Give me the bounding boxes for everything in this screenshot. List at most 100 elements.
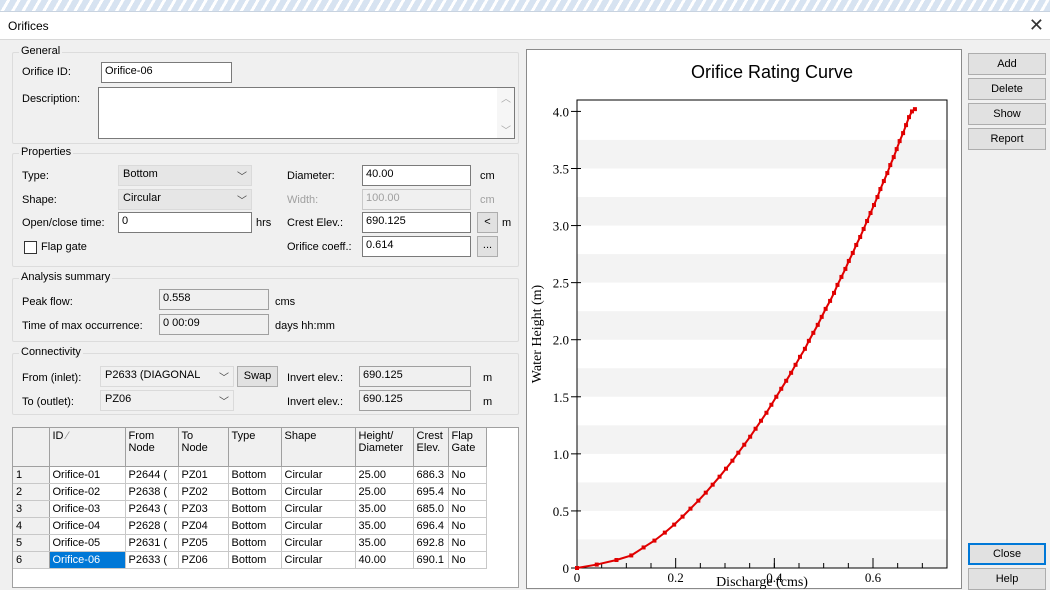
table-cell[interactable]: Bottom bbox=[228, 551, 282, 569]
table-cell[interactable]: Circular bbox=[281, 500, 356, 518]
column-header[interactable]: Shape bbox=[281, 428, 356, 467]
column-header[interactable]: ID ⁄ bbox=[49, 428, 126, 467]
table-cell[interactable]: Circular bbox=[281, 534, 356, 552]
column-header[interactable]: To Node bbox=[178, 428, 229, 467]
orifice-id-label: Orifice ID: bbox=[22, 66, 71, 78]
add-button[interactable]: Add bbox=[968, 53, 1046, 75]
type-select[interactable]: Bottom ﹀ bbox=[118, 165, 252, 186]
orifice-id-input[interactable]: Orifice-06 bbox=[101, 62, 232, 83]
table-cell[interactable]: Circular bbox=[281, 483, 356, 501]
table-cell[interactable]: Circular bbox=[281, 517, 356, 535]
table-cell[interactable]: 685.0 bbox=[413, 500, 449, 518]
table-cell[interactable]: Orifice-01 bbox=[49, 466, 126, 484]
table-cell[interactable]: Circular bbox=[281, 466, 356, 484]
column-header[interactable]: From Node bbox=[125, 428, 179, 467]
orifice-coeff-browse-button[interactable]: ... bbox=[477, 236, 498, 257]
orifice-coeff-input[interactable]: 0.614 bbox=[362, 236, 471, 257]
crest-elev-input[interactable]: 690.125 bbox=[362, 212, 471, 233]
column-header[interactable] bbox=[13, 428, 50, 467]
table-cell[interactable]: PZ06 bbox=[178, 551, 229, 569]
table-row[interactable]: 2 Orifice-02 P2638 (PZ02 Bottom Circular 25.0… bbox=[13, 483, 487, 501]
table-cell[interactable]: 686.3 bbox=[413, 466, 449, 484]
table-row[interactable]: 1 Orifice-01 P2644 (PZ01 Bottom Circular 25.0… bbox=[13, 466, 487, 484]
table-cell[interactable]: Bottom bbox=[228, 483, 282, 501]
y-tick-label: 0.5 bbox=[553, 504, 569, 519]
table-cell[interactable]: 35.00 bbox=[355, 517, 414, 535]
table-cell[interactable]: P2631 ( bbox=[125, 534, 179, 552]
table-cell[interactable]: No bbox=[448, 483, 487, 501]
to-outlet-select[interactable]: PZ06 ﹀ bbox=[100, 390, 234, 411]
open-close-input[interactable]: 0 bbox=[118, 212, 252, 233]
table-cell[interactable]: P2643 ( bbox=[125, 500, 179, 518]
description-textarea[interactable] bbox=[98, 87, 515, 139]
table-cell[interactable]: PZ01 bbox=[178, 466, 229, 484]
table-cell[interactable]: 40.00 bbox=[355, 551, 414, 569]
table-cell[interactable]: 25.00 bbox=[355, 466, 414, 484]
row-number-cell[interactable]: 4 bbox=[13, 517, 50, 535]
table-cell[interactable]: No bbox=[448, 534, 487, 552]
rating-curve-point bbox=[806, 338, 811, 343]
shape-select[interactable]: Circular ﹀ bbox=[118, 189, 252, 210]
crest-elev-set-button[interactable]: < bbox=[477, 212, 498, 233]
row-number-cell[interactable]: 3 bbox=[13, 500, 50, 518]
table-row[interactable]: 3 Orifice-03 P2643 (PZ03 Bottom Circular 35.0… bbox=[13, 500, 487, 518]
table-cell[interactable]: Bottom bbox=[228, 534, 282, 552]
column-header[interactable]: Height/ Diameter bbox=[355, 428, 414, 467]
table-cell[interactable]: No bbox=[448, 517, 487, 535]
column-header[interactable]: Flap Gate bbox=[448, 428, 487, 467]
table-cell[interactable]: 35.00 bbox=[355, 500, 414, 518]
table-cell[interactable]: P2638 ( bbox=[125, 483, 179, 501]
table-cell[interactable]: Circular bbox=[281, 551, 356, 569]
table-cell[interactable]: No bbox=[448, 466, 487, 484]
column-header[interactable]: Crest Elev. bbox=[413, 428, 449, 467]
table-cell[interactable]: Orifice-06 bbox=[49, 551, 126, 569]
help-button[interactable]: Help bbox=[968, 568, 1046, 590]
table-cell[interactable]: Bottom bbox=[228, 517, 282, 535]
table-cell[interactable]: PZ04 bbox=[178, 517, 229, 535]
width-input[interactable]: 100.00 bbox=[362, 189, 471, 210]
table-cell[interactable]: PZ05 bbox=[178, 534, 229, 552]
table-cell[interactable]: Bottom bbox=[228, 466, 282, 484]
scroll-up-icon[interactable]: ︿ bbox=[501, 90, 511, 105]
table-cell[interactable]: 695.4 bbox=[413, 483, 449, 501]
table-cell[interactable]: PZ03 bbox=[178, 500, 229, 518]
close-window-icon[interactable]: ✕ bbox=[1029, 15, 1044, 36]
column-header[interactable]: Type bbox=[228, 428, 282, 467]
row-number-cell[interactable]: 1 bbox=[13, 466, 50, 484]
delete-button[interactable]: Delete bbox=[968, 78, 1046, 100]
table-cell[interactable]: 696.4 bbox=[413, 517, 449, 535]
table-cell[interactable]: P2633 ( bbox=[125, 551, 179, 569]
table-cell[interactable]: PZ02 bbox=[178, 483, 229, 501]
table-cell[interactable]: 690.1 bbox=[413, 551, 449, 569]
table-cell[interactable]: Bottom bbox=[228, 500, 282, 518]
rating-curve-point bbox=[594, 562, 599, 567]
table-cell[interactable]: Orifice-03 bbox=[49, 500, 126, 518]
swap-button[interactable]: Swap bbox=[237, 366, 278, 387]
show-button[interactable]: Show bbox=[968, 103, 1046, 125]
close-button[interactable]: Close bbox=[968, 543, 1046, 565]
table-cell[interactable]: Orifice-05 bbox=[49, 534, 126, 552]
description-scrollbar[interactable]: ︿ ﹀ bbox=[497, 88, 514, 138]
row-number-cell[interactable]: 5 bbox=[13, 534, 50, 552]
from-inlet-select[interactable]: P2633 (DIAGONAL ﹀ bbox=[100, 366, 234, 387]
report-button[interactable]: Report bbox=[968, 128, 1046, 150]
table-cell[interactable]: Orifice-04 bbox=[49, 517, 126, 535]
row-number-cell[interactable]: 6 bbox=[13, 551, 50, 569]
diameter-input[interactable]: 40.00 bbox=[362, 165, 471, 186]
table-cell[interactable]: P2628 ( bbox=[125, 517, 179, 535]
flap-gate-checkbox[interactable] bbox=[24, 241, 37, 254]
table-cell[interactable]: No bbox=[448, 500, 487, 518]
table-row[interactable]: 6 Orifice-06 P2633 (PZ06 Bottom Circular 40.0… bbox=[13, 551, 487, 569]
rating-curve-point bbox=[672, 522, 677, 527]
row-number-cell[interactable]: 2 bbox=[13, 483, 50, 501]
scroll-down-icon[interactable]: ﹀ bbox=[501, 122, 511, 137]
orifices-table[interactable]: ID ⁄ From Node To Node Type Shape Height/ Diam… bbox=[12, 427, 519, 588]
table-row[interactable]: 5 Orifice-05 P2631 (PZ05 Bottom Circular 35.0… bbox=[13, 534, 487, 552]
table-cell[interactable]: 25.00 bbox=[355, 483, 414, 501]
table-row[interactable]: 4 Orifice-04 P2628 (PZ04 Bottom Circular 35.0… bbox=[13, 517, 487, 535]
table-cell[interactable]: P2644 ( bbox=[125, 466, 179, 484]
table-cell[interactable]: 692.8 bbox=[413, 534, 449, 552]
table-cell[interactable]: No bbox=[448, 551, 487, 569]
table-cell[interactable]: Orifice-02 bbox=[49, 483, 126, 501]
table-cell[interactable]: 35.00 bbox=[355, 534, 414, 552]
